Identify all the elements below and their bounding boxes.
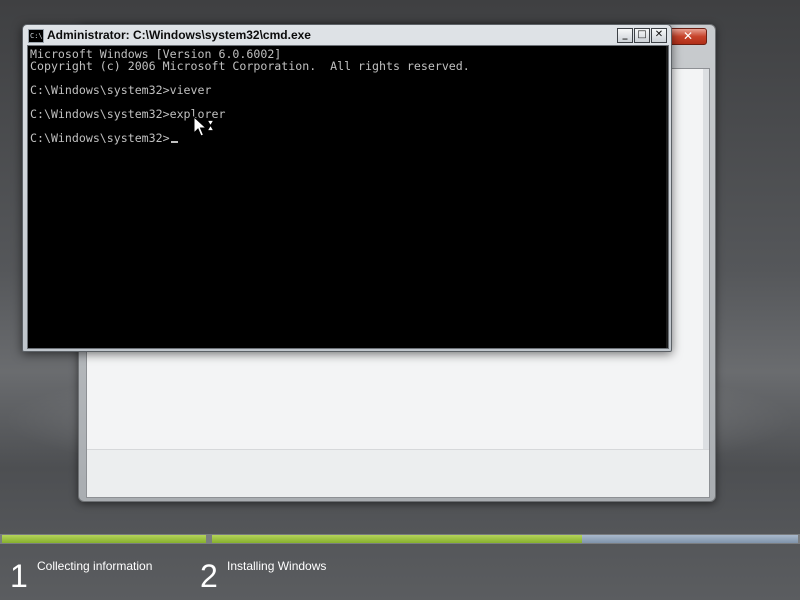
text-cursor: [170, 141, 178, 143]
minimize-icon: _: [622, 29, 628, 40]
step-label: Collecting information: [37, 559, 153, 573]
step-number: 1: [10, 558, 28, 594]
step-number: 2: [200, 558, 218, 594]
console-prompt: C:\Windows\system32>: [30, 131, 170, 145]
progress-segment-collecting: [2, 535, 206, 543]
setup-close-button[interactable]: ✕: [669, 28, 707, 45]
step-label: Installing Windows: [227, 559, 327, 573]
console-line: C:\Windows\system32>viever: [30, 83, 212, 97]
setup-progress-bar: [0, 534, 800, 544]
setup-scrollbar[interactable]: [703, 69, 709, 449]
console-prompt-line[interactable]: C:\Windows\system32>: [30, 132, 178, 144]
console-output[interactable]: Microsoft Windows [Version 6.0.6002] Cop…: [27, 45, 669, 349]
cmd-title-bar[interactable]: C:\ Administrator: C:\Windows\system32\c…: [27, 27, 667, 45]
close-icon: ✕: [654, 29, 664, 40]
close-button[interactable]: ✕: [651, 28, 667, 43]
window-controls: _ □ ✕: [617, 27, 667, 45]
setup-footer: [87, 449, 709, 497]
close-icon: ✕: [682, 29, 694, 43]
console-line: Copyright (c) 2006 Microsoft Corporation…: [30, 59, 470, 73]
cmd-icon[interactable]: C:\: [28, 29, 44, 43]
cmd-window-title: Administrator: C:\Windows\system32\cmd.e…: [47, 28, 311, 42]
mouse-pointer-icon: [193, 116, 207, 137]
cmd-window[interactable]: C:\ Administrator: C:\Windows\system32\c…: [22, 24, 672, 352]
maximize-icon: □: [637, 29, 647, 40]
maximize-button[interactable]: □: [634, 28, 650, 43]
hourglass-icon: [207, 120, 214, 131]
progress-segment-remaining: [582, 535, 798, 543]
progress-segment-installing: [212, 535, 582, 543]
minimize-button[interactable]: _: [617, 28, 633, 43]
console-scrollbar[interactable]: [666, 46, 668, 348]
